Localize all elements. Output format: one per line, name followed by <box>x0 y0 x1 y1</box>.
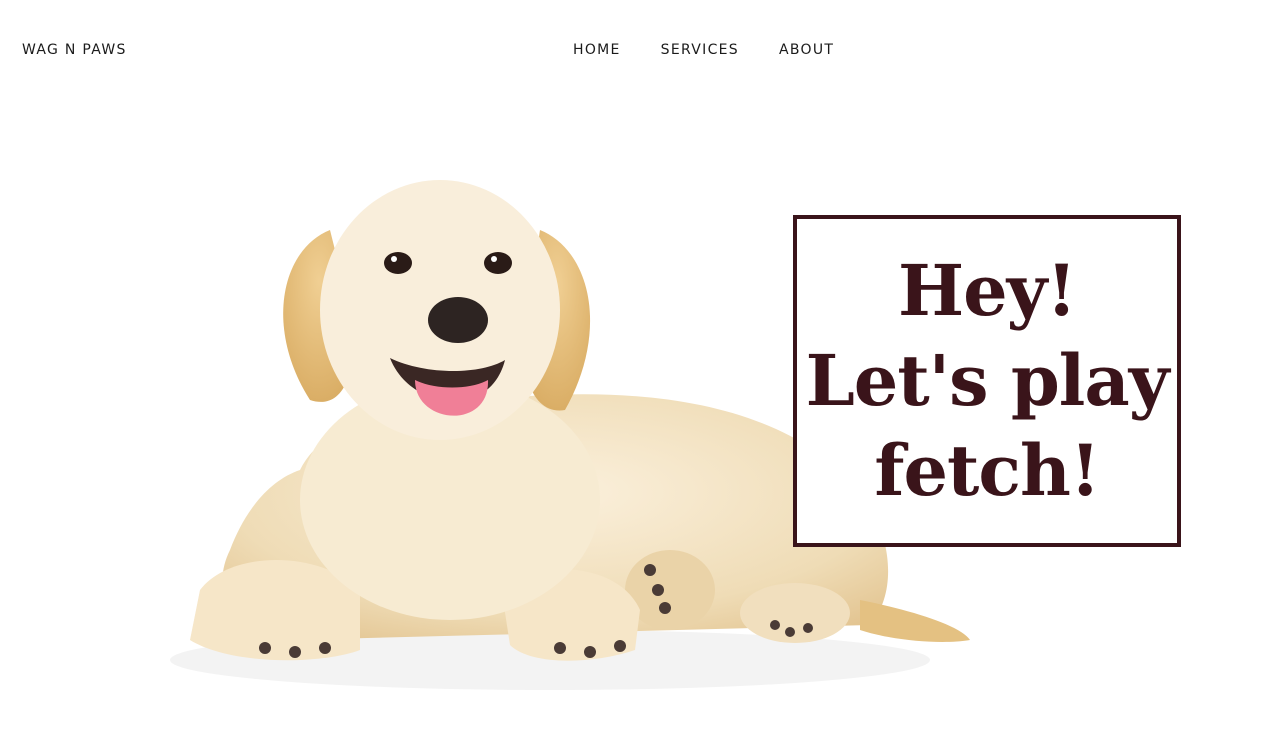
hero-headline: Hey! Let's play fetch! <box>805 246 1170 516</box>
nav-home[interactable]: HOME <box>573 42 621 58</box>
hero-headline-box: Hey! Let's play fetch! <box>793 215 1181 547</box>
nav-services[interactable]: SERVICES <box>661 42 739 58</box>
headline-line-2: Let's play <box>805 339 1170 422</box>
page: WAG N PAWS HOME SERVICES ABOUT Hey! Let'… <box>0 0 1285 750</box>
headline-line-1: Hey! <box>897 249 1077 332</box>
headline-line-3: fetch! <box>874 429 1100 512</box>
main-nav: HOME SERVICES ABOUT <box>573 42 834 58</box>
nav-about[interactable]: ABOUT <box>779 42 834 58</box>
brand-logo[interactable]: WAG N PAWS <box>22 42 127 58</box>
